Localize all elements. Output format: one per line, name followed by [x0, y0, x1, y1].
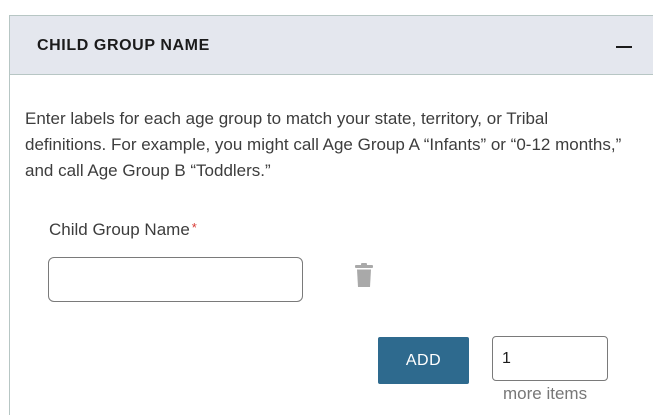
more-items-label: more items	[503, 384, 588, 403]
minus-icon	[616, 46, 632, 48]
child-group-name-input[interactable]	[48, 257, 303, 302]
field-label: Child Group Name *	[49, 220, 197, 240]
trash-icon	[355, 263, 373, 287]
required-marker: *	[191, 220, 197, 235]
item-count-input[interactable]	[492, 336, 608, 381]
section-title: CHILD GROUP NAME	[37, 37, 210, 54]
delete-button[interactable]	[355, 263, 373, 287]
accordion-header[interactable]: CHILD GROUP NAME	[10, 16, 653, 75]
add-button[interactable]: ADD	[378, 337, 469, 384]
field-label-text: Child Group Name	[49, 220, 190, 239]
intro-text: Enter labels for each age group to match…	[25, 109, 622, 180]
collapse-button[interactable]	[610, 34, 640, 58]
